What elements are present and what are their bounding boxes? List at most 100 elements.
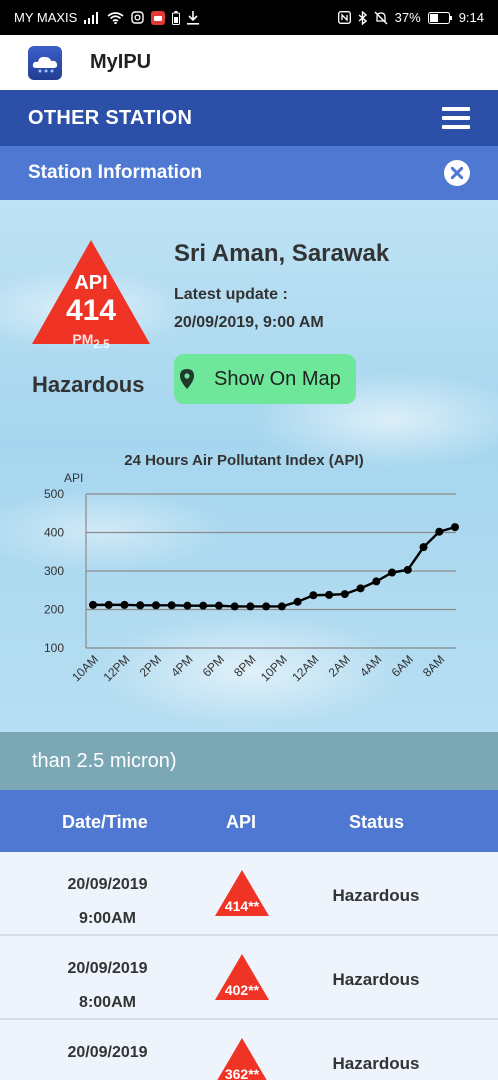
y-tick-label: 400 (44, 526, 64, 540)
data-point (435, 527, 444, 536)
pm-text: PM (72, 331, 94, 347)
row-status: Hazardous (332, 1054, 420, 1073)
data-point (419, 543, 428, 552)
app-title: MyIPU (90, 51, 152, 73)
row-api-badge: 414** (215, 870, 269, 916)
show-on-map-button[interactable]: Show On Map (174, 354, 356, 404)
page-header: OTHER STATION (0, 90, 498, 146)
station-name: Sri Aman, Sarawak (174, 240, 390, 267)
battery-percent: 37% (394, 10, 421, 25)
pm-subscript: 2.5 (93, 337, 110, 351)
row-api-value: 414** (224, 898, 260, 914)
download-icon (187, 10, 200, 25)
data-point (340, 590, 349, 599)
api-badge: API 414 PM2.5 (30, 238, 152, 351)
data-point (104, 600, 113, 609)
x-tick-label: 4AM (357, 652, 384, 679)
row-status: Hazardous (332, 886, 420, 905)
data-point (183, 601, 192, 610)
close-icon[interactable] (444, 160, 470, 186)
status-bar: MY MAXIS 37% 9:14 (0, 0, 498, 35)
row-api-badge: 402** (215, 954, 269, 1000)
row-api-value: 402** (224, 982, 260, 998)
clock: 9:14 (458, 10, 484, 25)
table-row[interactable]: 20/09/2019 7:00AM 362** Hazardous (0, 1020, 498, 1080)
data-point (356, 584, 365, 593)
battery-saver-icon (172, 10, 181, 25)
x-tick-label: 12PM (101, 652, 133, 684)
show-on-map-label: Show On Map (214, 367, 341, 390)
data-point (372, 577, 381, 586)
api-badge-label: API (74, 272, 108, 294)
data-point (246, 602, 255, 611)
app-logo-icon (28, 45, 62, 80)
data-point (403, 565, 412, 574)
page-title: OTHER STATION (28, 106, 193, 129)
data-point (199, 601, 208, 610)
data-point (262, 602, 271, 611)
row-date: 20/09/2019 (67, 876, 148, 893)
notification-app-icon (151, 10, 166, 25)
data-point (293, 597, 302, 606)
data-point (325, 590, 334, 599)
description-text: than 2.5 micron) (32, 749, 177, 772)
x-tick-label: 10PM (258, 652, 290, 684)
data-point (277, 602, 286, 611)
map-pin-icon (180, 369, 194, 389)
data-point (167, 601, 176, 610)
x-tick-label: 4PM (168, 652, 195, 679)
instagram-icon (131, 11, 145, 24)
api-line-chart: API 100 200 300 400 500 10AM 12PM 2PM 4PM 6PM 8PM 10… (44, 471, 459, 684)
row-time: 9:00AM (79, 910, 136, 927)
api-badge-value: 414 (65, 294, 117, 327)
table-row[interactable]: 20/09/2019 9:00AM 414** Hazardous (0, 852, 498, 936)
row-date: 20/09/2019 (67, 1044, 148, 1061)
y-tick-label: 300 (44, 564, 64, 578)
x-tick-label: 8PM (231, 652, 258, 679)
air-status: Hazardous (32, 372, 145, 397)
data-point (309, 591, 318, 600)
data-point (151, 601, 160, 610)
station-panel: API 414 PM2.5 Hazardous Sri Aman, Sarawa… (0, 200, 498, 732)
y-tick-label: 100 (44, 641, 64, 655)
y-tick-label: 500 (44, 487, 64, 501)
series-line (93, 525, 456, 608)
hamburger-icon[interactable] (442, 107, 470, 129)
row-date: 20/09/2019 (67, 960, 148, 977)
row-datetime: 20/09/2019 9:00AM (0, 868, 215, 936)
data-point (214, 601, 223, 610)
table-row[interactable]: 20/09/2019 8:00AM 402** Hazardous (0, 936, 498, 1020)
y-axis-label: API (64, 471, 83, 485)
header-api: API (226, 812, 257, 832)
data-point (120, 600, 129, 609)
mute-icon (374, 11, 388, 25)
bluetooth-icon (358, 10, 367, 25)
nfc-icon (337, 11, 351, 24)
y-tick-label: 200 (44, 603, 64, 617)
carrier-label: MY MAXIS (14, 10, 78, 25)
header-status: Status (349, 812, 405, 832)
latest-update-value: 20/09/2019, 9:00 AM (174, 314, 324, 331)
data-point (451, 523, 459, 532)
data-point (136, 601, 145, 610)
row-status: Hazardous (332, 970, 420, 989)
app-bar: MyIPU (0, 35, 498, 90)
row-api-badge: 362** (215, 1038, 269, 1080)
data-point (230, 602, 239, 611)
x-tick-label: 2PM (137, 652, 164, 679)
row-datetime: 20/09/2019 8:00AM (0, 952, 215, 1020)
x-tick-label: 6AM (389, 652, 416, 679)
row-time: 8:00AM (79, 994, 136, 1011)
station-info-title: Station Information (28, 162, 203, 183)
header-datetime: Date/Time (62, 812, 148, 832)
x-tick-label: 6PM (200, 652, 227, 679)
data-point (89, 600, 97, 609)
row-api-value: 362** (224, 1066, 260, 1080)
x-tick-label: 2AM (326, 652, 353, 679)
x-tick-label: 10AM (69, 652, 101, 684)
x-tick-label: 12AM (289, 652, 321, 684)
signal-icon (84, 11, 100, 24)
description-strip: than 2.5 micron) (0, 732, 498, 790)
latest-update-label: Latest update : (174, 286, 288, 303)
station-info-bar: Station Information (0, 146, 498, 200)
